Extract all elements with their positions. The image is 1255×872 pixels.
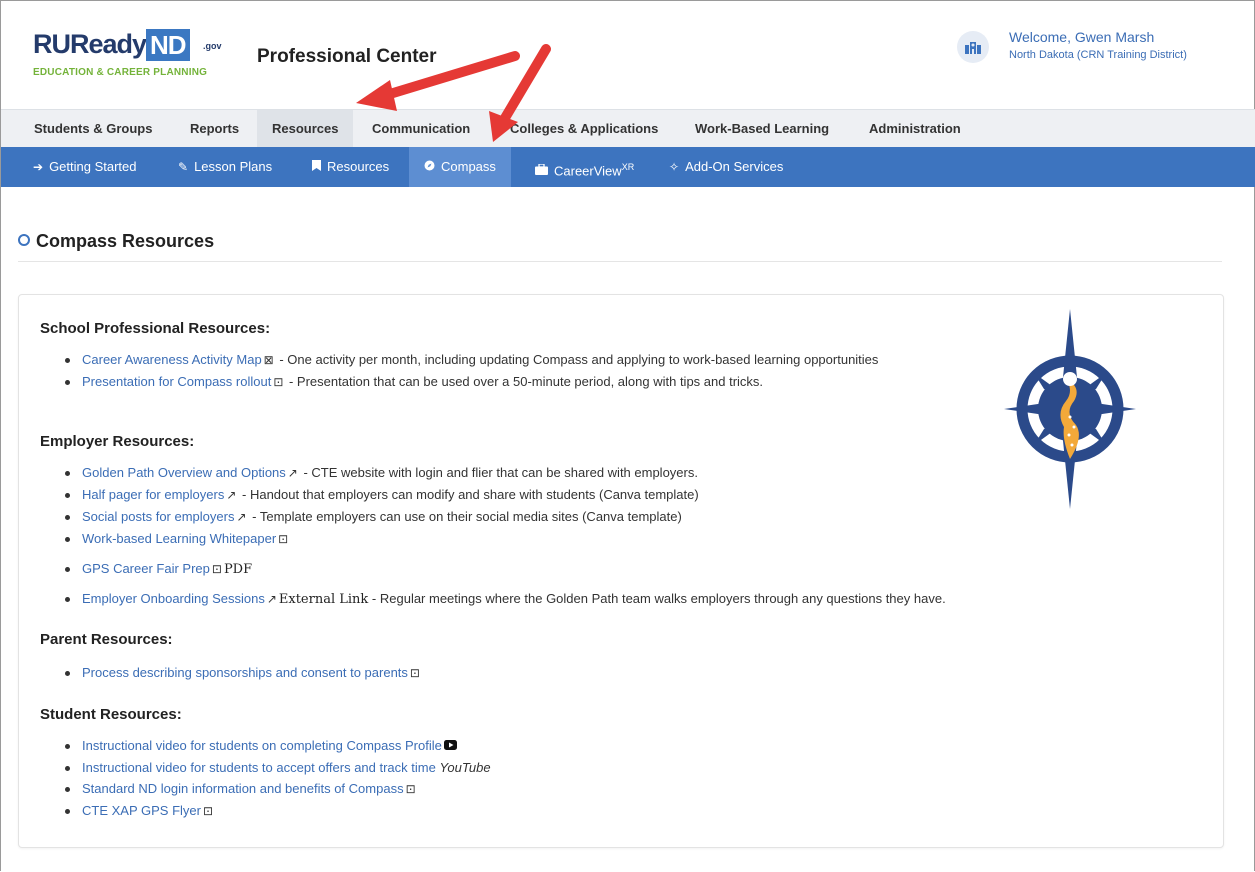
subnav-careerview[interactable]: CareerViewXR [520, 147, 649, 187]
list-item: Half pager for employers ↗ - Handout that… [65, 485, 1165, 505]
bookmark-icon [312, 147, 321, 187]
half-pager-link[interactable]: Half pager for employers [82, 487, 224, 502]
rurready-logo[interactable]: RUReady ND .gov EDUCATION & CAREER PLANN… [33, 29, 233, 79]
subnav-getting-started[interactable]: ➔ Getting Started [18, 147, 152, 187]
item-desc: - One activity per month, including upda… [275, 352, 879, 367]
welcome-user[interactable]: Welcome, Gwen Marsh [1009, 29, 1154, 45]
app-title: Professional Center [257, 46, 437, 67]
list-item: GPS Career Fair Prep ⊡ PDF [65, 559, 1165, 579]
whitepaper-link[interactable]: Work-based Learning Whitepaper [82, 531, 276, 546]
sub-nav: ➔ Getting Started ✎ Lesson Plans Resources… [1, 147, 1255, 187]
tab-colleges-applications[interactable]: Colleges & Applications [495, 110, 673, 148]
subnav-lesson-plans[interactable]: ✎ Lesson Plans [163, 147, 287, 187]
list-item: Golden Path Overview and Options ↗ - CTE … [65, 463, 1165, 483]
district-name[interactable]: North Dakota (CRN Training District) [1009, 49, 1187, 61]
pdf-label: PDF [223, 562, 253, 577]
parent-resources-list: Process describing sponsorships and cons… [65, 663, 1065, 685]
pdf-file-icon: ⊡ [405, 782, 416, 796]
subnav-label: CareerView [554, 163, 622, 179]
logo-nd: ND [146, 29, 190, 61]
social-posts-link[interactable]: Social posts for employers [82, 509, 234, 524]
briefcase-icon [535, 151, 548, 191]
compass-icon [18, 234, 30, 246]
item-desc: - Handout that employers can modify and … [238, 487, 699, 502]
compass-icon [424, 147, 435, 187]
item-desc: - Presentation that can be used over a 5… [285, 374, 764, 389]
list-item: Instructional video for students on comp… [65, 736, 1065, 756]
pencil-icon: ✎ [178, 160, 189, 174]
list-item: Social posts for employers ↗ - Template e… [65, 507, 1165, 527]
subnav-sup: XR [621, 162, 635, 172]
subnav-label: Compass [441, 159, 496, 174]
resources-card: School Professional Resources: Career Aw… [18, 294, 1224, 848]
tab-students-groups[interactable]: Students & Groups [19, 110, 167, 148]
compass-profile-video-link[interactable]: Instructional video for students on comp… [82, 738, 442, 753]
subnav-compass[interactable]: Compass [409, 147, 511, 187]
external-link-label: External Link [278, 592, 369, 607]
employer-resources-list: Golden Path Overview and Options ↗ - CTE … [65, 463, 1165, 611]
list-item: Work-based Learning Whitepaper ⊡ [65, 529, 1165, 549]
section-heading-student: Student Resources: [40, 706, 182, 723]
excel-file-icon: ⊠ [263, 353, 274, 367]
employer-onboarding-link[interactable]: Employer Onboarding Sessions [82, 591, 265, 606]
arrow-right-icon: ➔ [33, 160, 44, 174]
list-item: CTE XAP GPS Flyer ⊡ [65, 801, 1065, 821]
list-item: Presentation for Compass rollout ⊡ - Pres… [65, 372, 965, 392]
school-building-icon[interactable] [957, 31, 989, 63]
external-link-icon: ↗ [236, 510, 247, 524]
tab-communication[interactable]: Communication [357, 110, 485, 148]
tab-administration[interactable]: Administration [854, 110, 976, 148]
external-link-icon: ↗ [226, 488, 237, 502]
subnav-label: Lesson Plans [194, 159, 273, 174]
youtube-label: YouTube [439, 760, 491, 775]
item-desc: - Template employers can use on their so… [248, 509, 682, 524]
sponsorship-process-link[interactable]: Process describing sponsorships and cons… [82, 665, 408, 680]
magic-wand-icon: ✧ [669, 160, 680, 174]
student-resources-list: Instructional video for students on comp… [65, 736, 1065, 823]
item-desc: - CTE website with login and flier that … [299, 465, 698, 480]
tab-resources[interactable]: Resources [257, 110, 354, 148]
section-heading-school: School Professional Resources: [40, 320, 271, 337]
subnav-resources[interactable]: Resources [297, 147, 404, 187]
section-heading-parent: Parent Resources: [40, 631, 173, 648]
logo-ru: RUReady [33, 29, 147, 59]
logo-tagline: EDUCATION & CAREER PLANNING [33, 67, 208, 78]
pdf-file-icon: ⊡ [409, 666, 420, 680]
pdf-file-icon: ⊡ [202, 804, 214, 818]
tab-work-based-learning[interactable]: Work-Based Learning [680, 110, 844, 148]
career-awareness-link[interactable]: Career Awareness Activity Map [82, 352, 262, 367]
logo-gov: .gov [203, 41, 222, 51]
item-desc: - Regular meetings where the Golden Path… [368, 591, 946, 606]
nd-login-info-link[interactable]: Standard ND login information and benefi… [82, 781, 404, 796]
subnav-add-on-services[interactable]: ✧ Add-On Services [654, 147, 798, 187]
presentation-rollout-link[interactable]: Presentation for Compass rollout [82, 374, 271, 389]
divider [18, 261, 1222, 262]
page-title-text: Compass Resources [36, 231, 215, 251]
youtube-icon [443, 737, 457, 756]
subnav-label: Getting Started [49, 159, 137, 174]
tab-reports[interactable]: Reports [175, 110, 254, 148]
pdf-file-icon: ⊡ [211, 562, 222, 576]
powerpoint-file-icon: ⊡ [273, 375, 284, 389]
golden-path-link[interactable]: Golden Path Overview and Options [82, 465, 286, 480]
list-item: Instructional video for students to acce… [65, 758, 1065, 777]
school-resources-list: Career Awareness Activity Map ⊠ - One act… [65, 350, 965, 394]
section-heading-employer: Employer Resources: [40, 433, 195, 450]
page-title: Compass Resources [18, 231, 214, 252]
subnav-label: Resources [327, 159, 390, 174]
subnav-label: Add-On Services [685, 159, 784, 174]
top-nav: Students & Groups Reports Resources Comm… [1, 109, 1255, 148]
cte-xap-flyer-link[interactable]: CTE XAP GPS Flyer [82, 803, 201, 818]
pdf-file-icon: ⊡ [278, 532, 289, 546]
list-item: Employer Onboarding Sessions ↗ External Li… [65, 589, 1165, 609]
accept-offers-video-link[interactable]: Instructional video for students to acce… [82, 760, 436, 775]
gps-career-fair-link[interactable]: GPS Career Fair Prep [82, 561, 210, 576]
list-item: Career Awareness Activity Map ⊠ - One act… [65, 350, 965, 370]
external-link-icon: ↗ [287, 466, 298, 480]
list-item: Standard ND login information and benefi… [65, 779, 1065, 799]
external-link-icon: ↗ [266, 592, 277, 606]
list-item: Process describing sponsorships and cons… [65, 663, 1065, 683]
